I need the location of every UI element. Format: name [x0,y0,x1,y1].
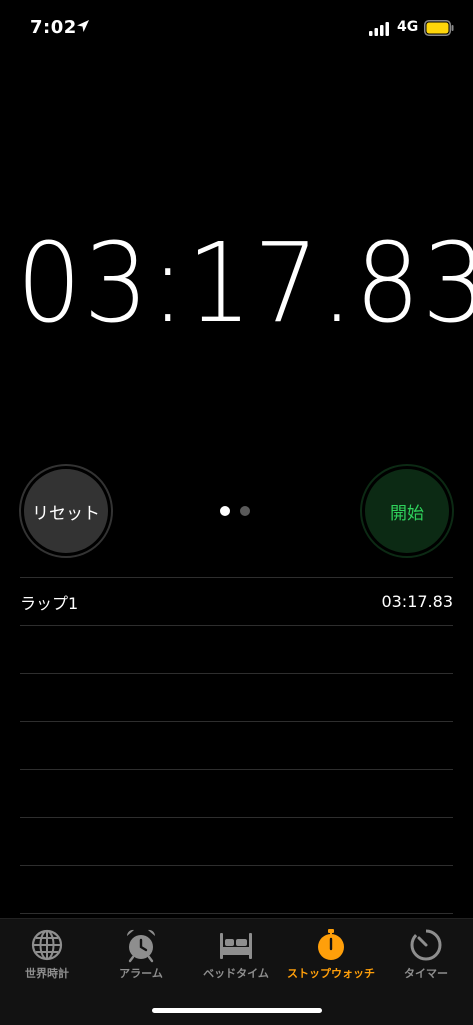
tab-timer[interactable]: タイマー [379,927,473,981]
start-button[interactable]: 開始 [360,464,454,558]
lap-label: ラップ1 [20,593,79,613]
tab-label: ベッドタイム [203,967,269,980]
tab-world-clock[interactable]: 世界時計 [0,927,94,981]
timer-icon [410,929,442,961]
reset-button-label: リセット [32,503,100,524]
stopwatch-time: 03:17.83 [16,219,473,347]
tab-alarm[interactable]: アラーム [94,927,188,981]
bed-icon [220,933,252,959]
empty-lap-row [20,674,453,721]
reset-button[interactable]: リセット [19,464,113,558]
page-indicator[interactable] [220,506,250,516]
divider [20,913,453,914]
tab-stopwatch[interactable]: ストップウォッチ [284,927,378,981]
network-type: 4G [397,19,419,35]
status-bar: 7:02 4G [0,0,473,56]
empty-lap-row [20,722,453,769]
tab-label: タイマー [404,967,448,980]
battery-icon [424,20,454,36]
page-dot[interactable] [240,506,250,516]
home-indicator[interactable] [152,1008,322,1013]
start-button-label: 開始 [390,503,424,524]
tab-label: アラーム [119,967,163,980]
stopwatch-icon [318,929,344,960]
globe-icon [31,929,63,961]
lap-time: 03:17.83 [381,592,453,611]
tab-label: ストップウォッチ [287,967,375,980]
status-time: 7:02 [30,17,77,38]
tab-bedtime[interactable]: ベッドタイム [189,927,283,981]
empty-lap-row [20,626,453,673]
empty-lap-row [20,866,453,913]
empty-lap-row [20,818,453,865]
cellular-signal-icon [369,22,389,36]
lap-row: ラップ1 03:17.83 [20,578,453,625]
lap-list[interactable]: ラップ1 03:17.83 [20,577,453,914]
alarm-clock-icon [126,929,156,963]
location-arrow-icon [77,20,89,32]
empty-lap-row [20,770,453,817]
page-dot[interactable] [220,506,230,516]
tab-label: 世界時計 [25,967,69,980]
